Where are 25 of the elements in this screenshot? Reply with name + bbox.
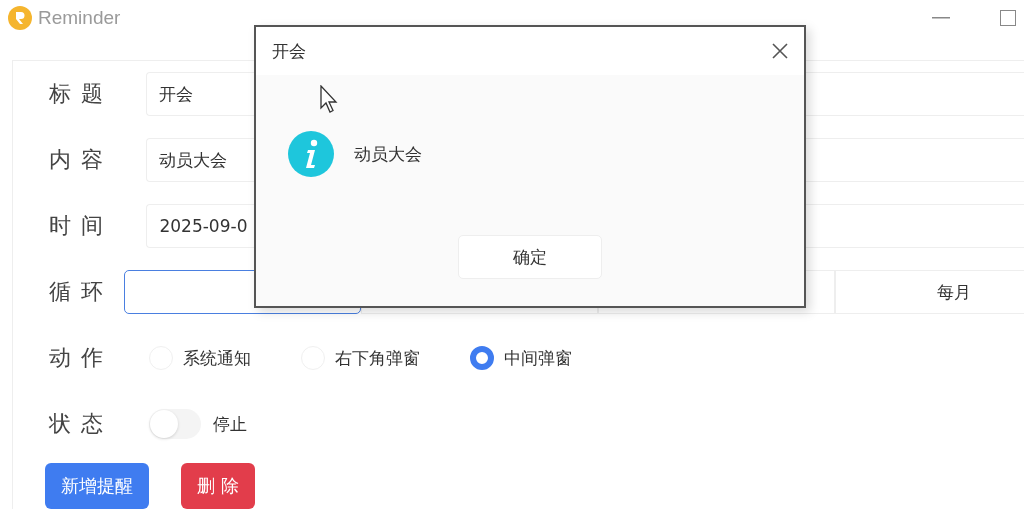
radio-label[interactable]: 中间弹窗 [504,346,572,370]
add-button[interactable]: 新增提醒 [45,463,149,509]
close-icon[interactable] [772,43,788,59]
cursor-icon [320,85,340,115]
toggle-label: 停止 [213,412,247,436]
dialog-message: 动员大会 [354,142,422,166]
field-label: 时间 [49,212,114,240]
delete-button[interactable]: 删除 [181,463,255,509]
field-label: 状态 [49,410,114,438]
segment-option[interactable]: 每月 [835,270,1024,314]
field-label: 动作 [49,344,114,372]
dialog-title: 开会 [272,39,306,63]
minimize-icon[interactable] [932,17,950,19]
radio-button[interactable] [470,346,494,370]
app-title: Reminder [38,7,121,29]
ok-button[interactable]: 确定 [458,235,602,279]
app-logo-icon [8,6,32,30]
field-label: 内容 [49,146,114,174]
field-label: 标题 [49,80,114,108]
info-icon [288,131,334,177]
toggle-switch[interactable] [149,409,201,439]
radio-label[interactable]: 右下角弹窗 [335,346,420,370]
radio-label[interactable]: 系统通知 [183,346,251,370]
maximize-icon[interactable] [1000,10,1016,26]
field-label: 循环 [49,278,114,306]
